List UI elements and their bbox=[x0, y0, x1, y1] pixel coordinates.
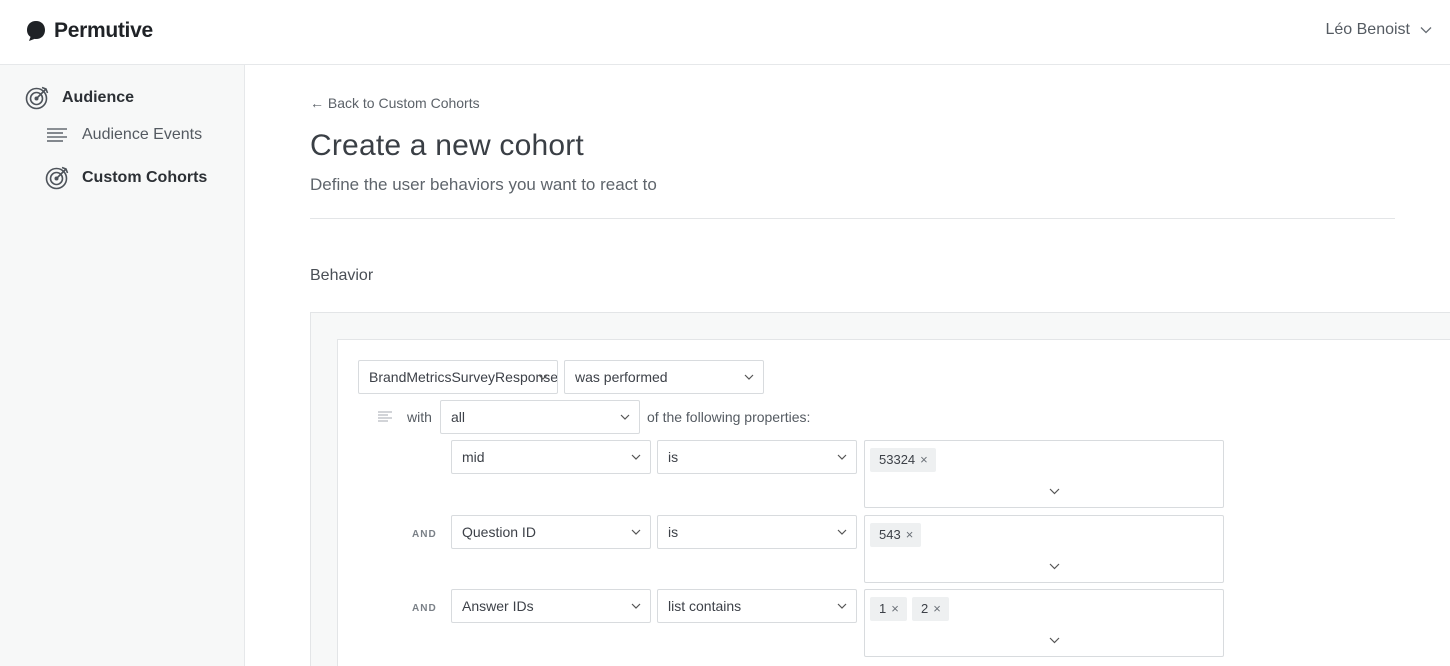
operator-select[interactable]: list contains bbox=[657, 589, 857, 623]
chevron-down-icon bbox=[1420, 27, 1432, 34]
behavior-card: BrandMetricsSurveyResponse was performed… bbox=[337, 339, 1450, 666]
values-multiselect[interactable]: 543 × bbox=[864, 515, 1224, 583]
sidebar-item-label: Audience bbox=[62, 88, 135, 106]
user-name: Léo Benoist bbox=[1325, 21, 1410, 38]
property-select-value: Question ID bbox=[462, 524, 536, 540]
values-multiselect[interactable]: 1 × 2 × bbox=[864, 589, 1224, 657]
sidebar-item-label: Custom Cohorts bbox=[82, 168, 208, 186]
chevron-down-icon bbox=[837, 529, 847, 535]
and-connector: AND bbox=[412, 529, 437, 540]
brand-logo[interactable]: Permutive bbox=[25, 19, 153, 43]
filter-lines-icon[interactable] bbox=[378, 411, 392, 423]
value-tag: 543 × bbox=[870, 523, 922, 547]
value-tag-label: 1 bbox=[879, 601, 887, 616]
operator-select[interactable]: is bbox=[657, 515, 857, 549]
value-tag: 1 × bbox=[870, 597, 907, 621]
quantifier-select-value: all bbox=[451, 409, 466, 425]
back-link[interactable]: ← Back to Custom Cohorts bbox=[310, 95, 480, 111]
chevron-down-icon bbox=[631, 454, 641, 460]
page-title: Create a new cohort bbox=[310, 129, 584, 162]
chevron-down-icon bbox=[837, 454, 847, 460]
chevron-down-icon bbox=[631, 529, 641, 535]
user-menu[interactable]: Léo Benoist bbox=[1325, 21, 1432, 39]
value-tag-label: 2 bbox=[921, 601, 929, 616]
remove-tag-icon[interactable]: × bbox=[933, 597, 941, 621]
chevron-down-icon[interactable] bbox=[1049, 561, 1060, 572]
performed-select-value: was performed bbox=[575, 369, 668, 385]
quantifier-select[interactable]: all bbox=[440, 400, 640, 434]
top-bar: Permutive Léo Benoist bbox=[0, 0, 1450, 65]
property-select[interactable]: mid bbox=[451, 440, 651, 474]
chevron-down-icon bbox=[620, 414, 630, 420]
chevron-down-icon bbox=[744, 374, 754, 380]
permutive-logo-icon bbox=[27, 21, 45, 41]
chevron-down-icon bbox=[538, 374, 548, 380]
page-subtitle: Define the user behaviors you want to re… bbox=[310, 175, 657, 194]
chevron-down-icon[interactable] bbox=[1049, 635, 1060, 646]
section-label: Behavior bbox=[310, 267, 374, 284]
property-select[interactable]: Answer IDs bbox=[451, 589, 651, 623]
chevron-down-icon bbox=[631, 603, 641, 609]
value-tag: 53324 × bbox=[870, 448, 936, 472]
event-select-value: BrandMetricsSurveyResponse bbox=[369, 369, 558, 385]
list-icon bbox=[47, 128, 67, 142]
remove-tag-icon[interactable]: × bbox=[920, 448, 928, 472]
main-content: ← Back to Custom Cohorts Create a new co… bbox=[245, 65, 1450, 666]
property-select-value: Answer IDs bbox=[462, 598, 534, 614]
value-tag-label: 543 bbox=[879, 527, 901, 542]
value-tag: 2 × bbox=[912, 597, 949, 621]
target-icon bbox=[45, 166, 69, 190]
event-select[interactable]: BrandMetricsSurveyResponse bbox=[358, 360, 558, 394]
property-select[interactable]: Question ID bbox=[451, 515, 651, 549]
sidebar-item-label: Audience Events bbox=[82, 126, 203, 143]
behavior-panel: BrandMetricsSurveyResponse was performed… bbox=[310, 312, 1450, 666]
target-icon bbox=[25, 86, 49, 110]
remove-tag-icon[interactable]: × bbox=[906, 523, 914, 547]
chevron-down-icon bbox=[837, 603, 847, 609]
and-connector: AND bbox=[412, 603, 437, 614]
operator-select-value: is bbox=[668, 449, 679, 465]
with-label: with bbox=[407, 409, 432, 425]
sidebar: Audience Audience Events Custom Cohorts bbox=[0, 65, 245, 666]
operator-select-value: list contains bbox=[668, 598, 742, 614]
values-multiselect[interactable]: 53324 × bbox=[864, 440, 1224, 508]
brand-name: Permutive bbox=[54, 19, 153, 42]
sidebar-item-audience[interactable]: Audience bbox=[25, 85, 134, 110]
sidebar-item-custom-cohorts[interactable]: Custom Cohorts bbox=[45, 165, 207, 190]
operator-select[interactable]: is bbox=[657, 440, 857, 474]
performed-select[interactable]: was performed bbox=[564, 360, 764, 394]
chevron-down-icon[interactable] bbox=[1049, 486, 1060, 497]
operator-select-value: is bbox=[668, 524, 679, 540]
sidebar-item-audience-events[interactable]: Audience Events bbox=[46, 126, 202, 144]
properties-label: of the following properties: bbox=[647, 409, 811, 425]
remove-tag-icon[interactable]: × bbox=[891, 597, 899, 621]
property-select-value: mid bbox=[462, 449, 485, 465]
value-tag-label: 53324 bbox=[879, 452, 916, 467]
divider bbox=[310, 218, 1395, 219]
